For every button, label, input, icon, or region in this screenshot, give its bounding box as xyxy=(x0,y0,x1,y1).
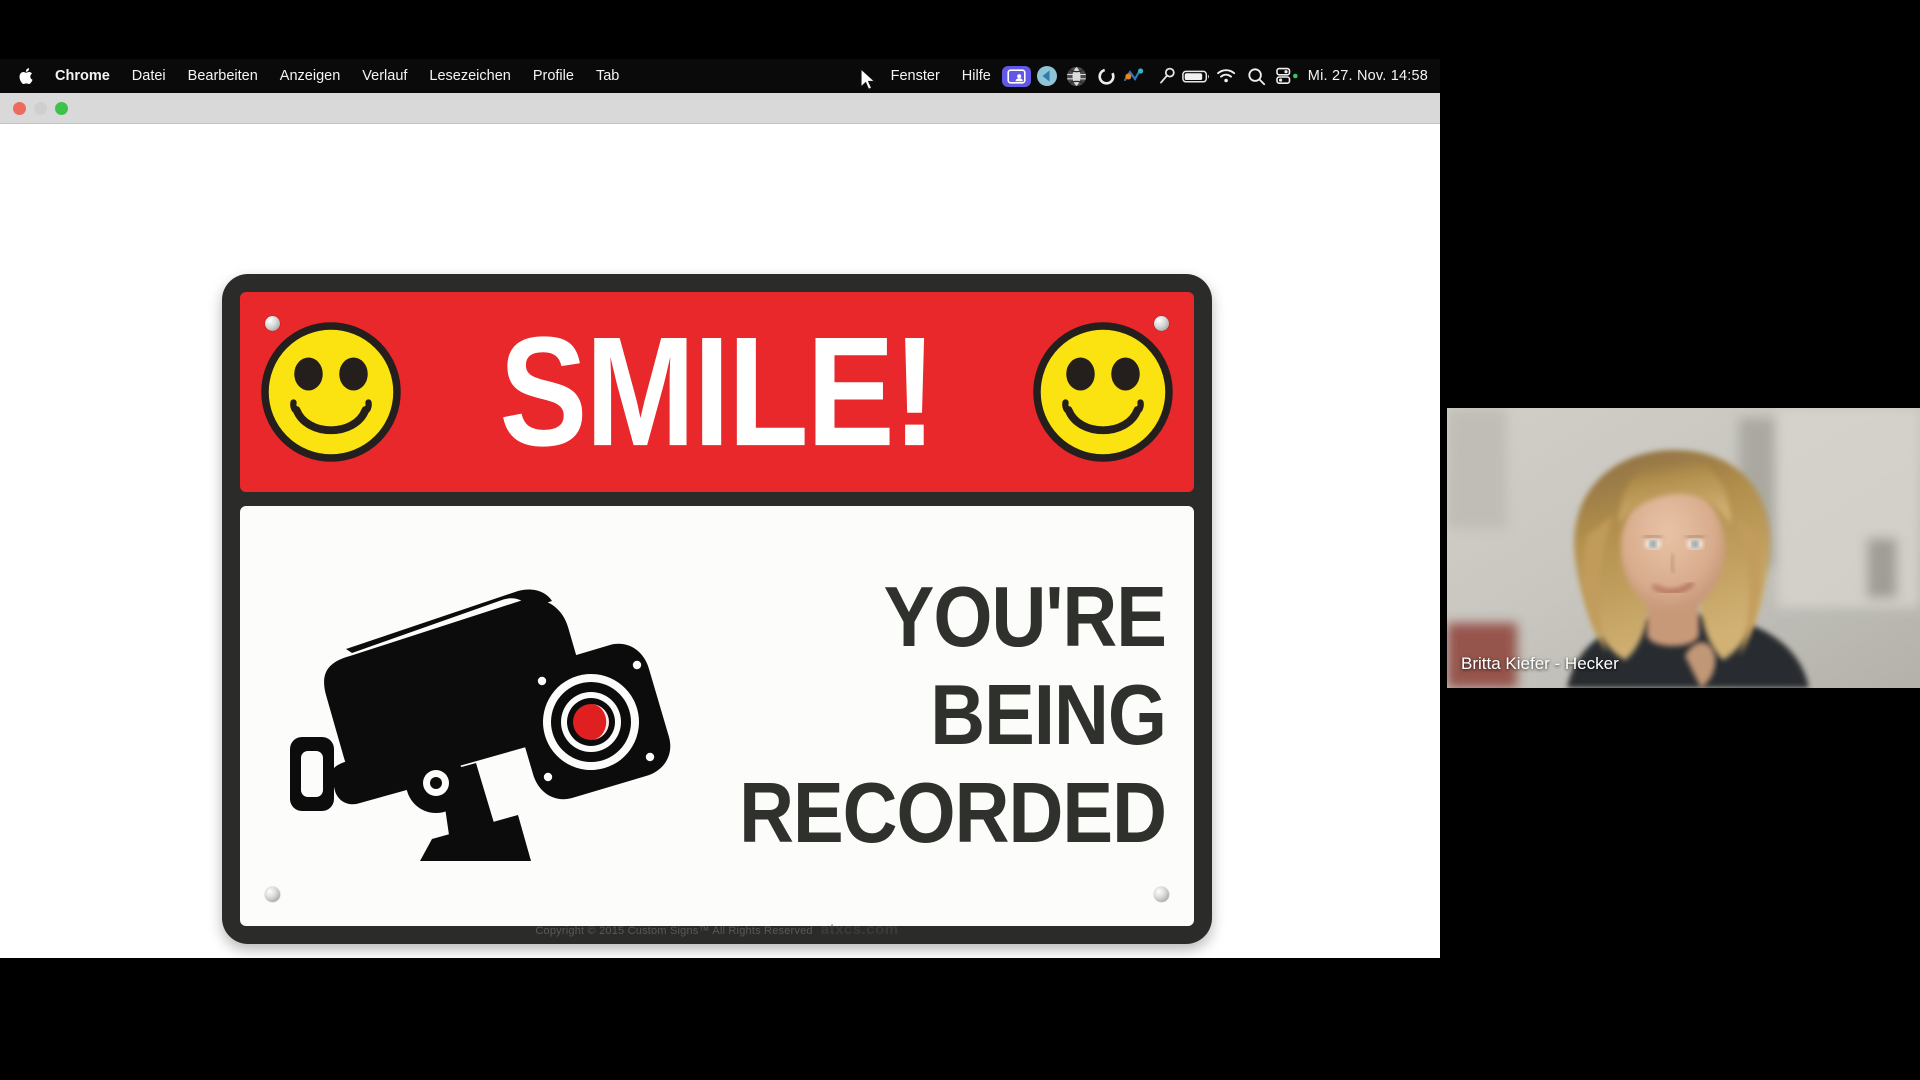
menu-item-bearbeiten[interactable]: Bearbeiten xyxy=(177,59,269,93)
participant-name-label: Britta Kiefer - Hecker xyxy=(1461,654,1619,673)
menu-item-lesezeichen[interactable]: Lesezeichen xyxy=(418,59,521,93)
minimize-button[interactable] xyxy=(34,101,47,115)
menu-item-anzeigen[interactable]: Anzeigen xyxy=(269,59,351,93)
smiley-face-icon xyxy=(1033,322,1173,462)
menu-bar-clock[interactable]: Mi. 27. Nov. 14:58 xyxy=(1308,68,1428,84)
shared-screen-content: SMILE! YOU'RE BEING RECORDED Copyright ©… xyxy=(0,124,1440,958)
macos-menu-bar: Chrome Datei Bearbeiten Anzeigen Verlauf… xyxy=(0,59,1440,93)
close-button[interactable] xyxy=(13,101,26,115)
sign-banner: SMILE! xyxy=(240,292,1194,492)
menu-bar-status-area: Fenster Hilfe Mi. 27. Nov. 14:58 xyxy=(880,59,1440,93)
menu-item-chrome[interactable]: Chrome xyxy=(44,59,121,93)
menu-item-datei[interactable]: Datei xyxy=(121,59,177,93)
control-center-icon[interactable] xyxy=(1272,61,1302,91)
security-camera-icon xyxy=(290,589,671,861)
menu-bar-app-menus: Chrome Datei Bearbeiten Anzeigen Verlauf… xyxy=(0,59,630,93)
screen-share-icon[interactable] xyxy=(1002,61,1032,91)
watermark-copyright: Copyright © 2015 Custom Signs™ All Right… xyxy=(535,925,813,937)
apple-logo-icon[interactable] xyxy=(14,63,36,89)
menu-item-tab[interactable]: Tab xyxy=(585,59,630,93)
sign-message-line-1: YOU'RE xyxy=(883,569,1167,666)
window-title-bar xyxy=(0,93,1440,124)
zoom-meeting-icon[interactable] xyxy=(1032,61,1062,91)
participant-video-feed xyxy=(1447,408,1920,688)
chrome-browser-window: SMILE! YOU'RE BEING RECORDED Copyright ©… xyxy=(0,93,1440,958)
globe-icon[interactable] xyxy=(1062,61,1092,91)
sign-watermark: Copyright © 2015 Custom Signs™ All Right… xyxy=(222,921,1212,938)
maximize-button[interactable] xyxy=(55,101,68,115)
battery-icon[interactable] xyxy=(1182,61,1212,91)
sign-headline: SMILE! xyxy=(499,304,936,479)
screen-root: Chrome Datei Bearbeiten Anzeigen Verlauf… xyxy=(0,0,1920,1080)
participant-video-tile[interactable]: Britta Kiefer - Hecker xyxy=(1447,408,1920,688)
sign-frame: SMILE! YOU'RE BEING RECORDED Copyright ©… xyxy=(222,274,1212,944)
activity-graph-icon[interactable] xyxy=(1122,61,1152,91)
menu-item-hilfe[interactable]: Hilfe xyxy=(951,59,1002,93)
sign-rivet-top-left xyxy=(265,316,280,331)
sign-rivet-bottom-right xyxy=(1154,887,1169,902)
smiley-face-icon xyxy=(261,322,401,462)
sign-message-line-3: RECORDED xyxy=(739,765,1167,862)
sign-rivet-top-right xyxy=(1154,316,1169,331)
smile-sign-image: SMILE! YOU'RE BEING RECORDED Copyright ©… xyxy=(222,274,1212,944)
watermark-brand: atxcs.com xyxy=(820,921,899,938)
sign-panel: YOU'RE BEING RECORDED xyxy=(240,506,1194,926)
menu-item-fenster[interactable]: Fenster xyxy=(880,59,951,93)
sign-message-line-2: BEING xyxy=(930,667,1167,764)
sync-ring-icon[interactable] xyxy=(1092,61,1122,91)
menu-item-profile[interactable]: Profile xyxy=(522,59,585,93)
key-icon[interactable] xyxy=(1152,61,1182,91)
wifi-icon[interactable] xyxy=(1212,61,1242,91)
sign-message: YOU'RE BEING RECORDED xyxy=(700,569,1176,863)
spotlight-search-icon[interactable] xyxy=(1242,61,1272,91)
mouse-pointer xyxy=(860,68,876,90)
sign-rivet-bottom-left xyxy=(265,887,280,902)
menu-item-verlauf[interactable]: Verlauf xyxy=(351,59,418,93)
